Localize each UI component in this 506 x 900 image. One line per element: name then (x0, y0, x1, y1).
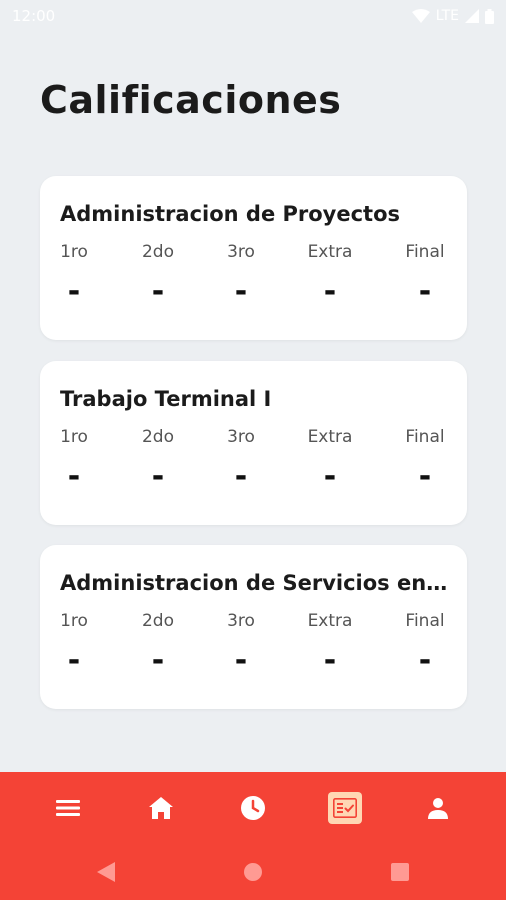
home-icon[interactable] (143, 790, 179, 826)
grade-row: 1ro - 2do - 3ro - Extra - Final - (40, 611, 467, 691)
grade-value: - (67, 643, 81, 678)
grade-value: - (234, 459, 248, 494)
grade-label: Extra (307, 427, 353, 447)
grade-label: 1ro (60, 611, 88, 631)
grade-label: 3ro (227, 242, 255, 262)
grade-2do: 2do - (118, 427, 198, 507)
status-bar: 12:00 LTE (0, 0, 506, 32)
grade-row: 1ro - 2do - 3ro - Extra - Final - (40, 427, 467, 507)
grade-value: - (323, 643, 337, 678)
grade-1ro: 1ro - (34, 611, 114, 691)
battery-icon (485, 8, 494, 24)
profile-icon[interactable] (420, 790, 456, 826)
grade-value: - (234, 643, 248, 678)
grade-value: - (151, 459, 165, 494)
course-name: Trabajo Terminal I (60, 387, 272, 411)
grade-final: Final - (385, 242, 465, 322)
grade-value: - (67, 459, 81, 494)
grade-label: 2do (141, 611, 174, 631)
back-icon[interactable] (94, 860, 118, 884)
grade-label: 1ro (60, 427, 88, 447)
course-name: Administracion de Proyectos (60, 202, 401, 226)
grade-value: - (418, 643, 432, 678)
grade-label: 1ro (60, 242, 88, 262)
home-circle-icon[interactable] (241, 860, 265, 884)
grade-extra: Extra - (290, 611, 370, 691)
course-card[interactable]: Administracion de Proyectos 1ro - 2do - 3r… (40, 176, 467, 340)
grade-row: 1ro - 2do - 3ro - Extra - Final - (40, 242, 467, 322)
menu-icon[interactable] (50, 790, 86, 826)
grade-2do: 2do - (118, 242, 198, 322)
grade-label: 3ro (227, 427, 255, 447)
status-icons: LTE (411, 8, 494, 24)
grade-2do: 2do - (118, 611, 198, 691)
grade-1ro: 1ro - (34, 242, 114, 322)
grades-icon[interactable] (328, 792, 362, 824)
grade-label: Final (405, 611, 445, 631)
status-time: 12:00 (12, 7, 56, 25)
grade-1ro: 1ro - (34, 427, 114, 507)
grade-3ro: 3ro - (201, 611, 281, 691)
grade-label: 3ro (227, 611, 255, 631)
grade-value: - (151, 643, 165, 678)
recents-icon[interactable] (388, 860, 412, 884)
grade-label: Final (405, 427, 445, 447)
grade-value: - (151, 274, 165, 309)
grade-label: Extra (307, 611, 353, 631)
grade-final: Final - (385, 611, 465, 691)
grade-label: Final (405, 242, 445, 262)
grade-extra: Extra - (290, 242, 370, 322)
grade-label: 2do (141, 242, 174, 262)
grade-final: Final - (385, 427, 465, 507)
grade-3ro: 3ro - (201, 242, 281, 322)
grade-label: 2do (141, 427, 174, 447)
network-type: LTE (435, 8, 459, 24)
grade-value: - (418, 459, 432, 494)
course-card[interactable]: Trabajo Terminal I 1ro - 2do - 3ro - Extra -… (40, 361, 467, 525)
grade-3ro: 3ro - (201, 427, 281, 507)
page-title: Calificaciones (40, 78, 342, 122)
grade-value: - (418, 274, 432, 309)
grade-value: - (234, 274, 248, 309)
clock-icon[interactable] (235, 790, 271, 826)
grade-label: Extra (307, 242, 353, 262)
course-name: Administracion de Servicios en ... (60, 571, 450, 595)
grade-extra: Extra - (290, 427, 370, 507)
course-card[interactable]: Administracion de Servicios en ... 1ro - … (40, 545, 467, 709)
signal-icon (465, 9, 479, 23)
grade-value: - (323, 459, 337, 494)
bottom-nav (0, 772, 506, 900)
wifi-icon (411, 9, 430, 23)
grade-value: - (323, 274, 337, 309)
system-nav-bar (0, 848, 506, 894)
grade-value: - (67, 274, 81, 309)
